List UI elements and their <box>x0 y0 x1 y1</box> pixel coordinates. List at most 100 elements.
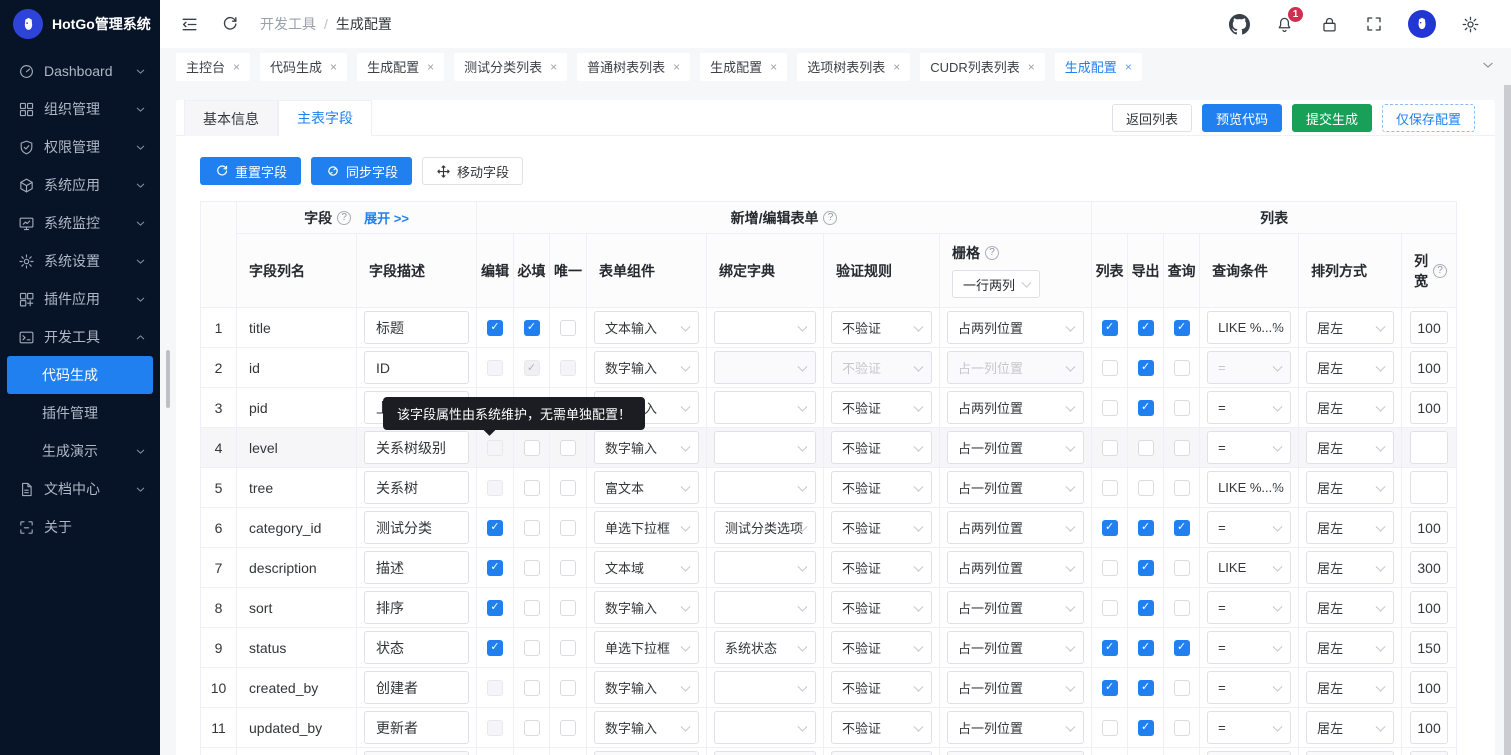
list-checkbox[interactable] <box>1102 720 1118 736</box>
export-checkbox[interactable]: ✓ <box>1138 320 1154 336</box>
help-icon[interactable]: ? <box>823 211 837 225</box>
list-checkbox[interactable] <box>1102 440 1118 456</box>
field-desc-input[interactable]: 标题 <box>364 311 469 344</box>
validate-rule-select[interactable]: 不验证 <box>831 471 932 504</box>
page-tab-0[interactable]: 主控台× <box>176 53 250 81</box>
edit-checkbox[interactable]: ✓ <box>487 320 503 336</box>
page-tab-1[interactable]: 代码生成× <box>260 53 347 81</box>
sidebar-item-关于[interactable]: 关于 <box>0 508 160 546</box>
query-checkbox[interactable]: ✓ <box>1174 320 1190 336</box>
bind-dict-select[interactable] <box>714 551 816 584</box>
sidebar-item-代码生成[interactable]: 代码生成 <box>7 356 153 394</box>
query-checkbox[interactable] <box>1174 720 1190 736</box>
form-component-select[interactable]: 数字输入 <box>594 711 699 744</box>
unique-checkbox[interactable] <box>560 520 576 536</box>
back-to-list-button[interactable]: 返回列表 <box>1112 104 1192 132</box>
field-desc-input[interactable]: 排序 <box>364 591 469 624</box>
grid-position-select[interactable]: 占一列位置 <box>947 471 1084 504</box>
close-tab-icon[interactable]: × <box>330 60 337 74</box>
export-checkbox[interactable]: ✓ <box>1138 360 1154 376</box>
query-condition-select[interactable]: LIKE %...% <box>1207 471 1291 504</box>
bind-dict-select[interactable]: 系统状态 <box>714 631 816 664</box>
unique-checkbox[interactable] <box>560 480 576 496</box>
column-align-select[interactable]: 居左 <box>1306 311 1394 344</box>
field-desc-input[interactable]: 更新者 <box>364 711 469 744</box>
page-tab-4[interactable]: 普通树表列表× <box>577 53 690 81</box>
column-width-input[interactable]: 300 <box>1410 551 1448 584</box>
validate-rule-select[interactable]: 不验证 <box>831 431 932 464</box>
validate-rule-select[interactable]: 不验证 <box>831 671 932 704</box>
edit-checkbox[interactable]: ✓ <box>487 520 503 536</box>
query-condition-select[interactable]: LIKE <box>1207 551 1291 584</box>
page-tab-2[interactable]: 生成配置× <box>357 53 444 81</box>
unique-checkbox[interactable] <box>560 560 576 576</box>
notifications-bell-icon[interactable]: 1 <box>1273 13 1295 35</box>
sidebar-item-dashboard[interactable]: Dashboard <box>0 52 160 90</box>
fullscreen-icon[interactable] <box>1363 13 1385 35</box>
list-checkbox[interactable] <box>1102 400 1118 416</box>
help-icon[interactable]: ? <box>1433 264 1447 278</box>
grid-position-select[interactable]: 占一列位置 <box>947 631 1084 664</box>
unique-checkbox[interactable] <box>560 720 576 736</box>
grid-position-select[interactable]: 占两列位置 <box>947 311 1084 344</box>
collapse-sidebar-icon[interactable] <box>178 13 200 35</box>
unique-checkbox[interactable] <box>560 440 576 456</box>
bind-dict-select[interactable] <box>714 711 816 744</box>
help-icon[interactable]: ? <box>985 246 999 260</box>
export-checkbox[interactable] <box>1138 480 1154 496</box>
validate-rule-select[interactable]: 不验证 <box>831 511 932 544</box>
bind-dict-select[interactable] <box>714 311 816 344</box>
form-component-select[interactable]: 富文本 <box>594 471 699 504</box>
form-component-select[interactable]: 单选下拉框 <box>594 631 699 664</box>
query-checkbox[interactable] <box>1174 560 1190 576</box>
breadcrumb-parent[interactable]: 开发工具 <box>260 14 316 34</box>
sidebar-item-系统设置[interactable]: 系统设置 <box>0 242 160 280</box>
column-width-input[interactable] <box>1410 471 1448 504</box>
column-align-select[interactable]: 居左 <box>1306 551 1394 584</box>
list-checkbox[interactable] <box>1102 560 1118 576</box>
close-tab-icon[interactable]: × <box>233 60 240 74</box>
field-desc-input[interactable]: 关系树级别 <box>364 431 469 464</box>
expand-columns-link[interactable]: 展开 >> <box>364 208 409 227</box>
bind-dict-select[interactable] <box>714 671 816 704</box>
validate-rule-select[interactable]: 不验证 <box>831 551 932 584</box>
bind-dict-select[interactable] <box>714 471 816 504</box>
query-condition-select[interactable]: = <box>1207 511 1291 544</box>
query-condition-select[interactable]: = <box>1207 591 1291 624</box>
field-desc-input[interactable]: ID <box>364 351 469 384</box>
bind-dict-select[interactable] <box>714 431 816 464</box>
form-component-select[interactable]: 文本输入 <box>594 311 699 344</box>
column-align-select[interactable]: 居左 <box>1306 431 1394 464</box>
field-desc-input[interactable]: 状态 <box>364 631 469 664</box>
grid-layout-select[interactable]: 一行两列 <box>952 270 1040 298</box>
column-width-input[interactable]: 150 <box>1410 631 1448 664</box>
query-checkbox[interactable] <box>1174 400 1190 416</box>
sidebar-item-开发工具[interactable]: 开发工具 <box>0 318 160 356</box>
grid-position-select[interactable]: 占一列位置 <box>947 431 1084 464</box>
export-checkbox[interactable]: ✓ <box>1138 400 1154 416</box>
preview-code-button[interactable]: 预览代码 <box>1202 104 1282 132</box>
validate-rule-select[interactable]: 不验证 <box>831 591 932 624</box>
close-tab-icon[interactable]: × <box>1125 60 1132 74</box>
export-checkbox[interactable]: ✓ <box>1138 680 1154 696</box>
field-desc-input[interactable]: 关系树 <box>364 471 469 504</box>
column-align-select[interactable]: 居左 <box>1306 711 1394 744</box>
page-tab-3[interactable]: 测试分类列表× <box>454 53 567 81</box>
required-checkbox[interactable] <box>524 680 540 696</box>
list-checkbox[interactable]: ✓ <box>1102 640 1118 656</box>
query-checkbox[interactable] <box>1174 480 1190 496</box>
export-checkbox[interactable]: ✓ <box>1138 560 1154 576</box>
tab-main-fields[interactable]: 主表字段 <box>278 100 372 136</box>
column-width-input[interactable]: 100 <box>1410 391 1448 424</box>
close-tab-icon[interactable]: × <box>893 60 900 74</box>
column-align-select[interactable]: 居左 <box>1306 471 1394 504</box>
query-checkbox[interactable] <box>1174 600 1190 616</box>
submit-generate-button[interactable]: 提交生成 <box>1292 104 1372 132</box>
app-logo[interactable]: HotGo管理系统 <box>0 0 160 48</box>
unique-checkbox[interactable] <box>560 640 576 656</box>
page-tab-8[interactable]: 生成配置× <box>1055 53 1142 81</box>
query-condition-select[interactable]: = <box>1207 391 1291 424</box>
sidebar-item-插件应用[interactable]: 插件应用 <box>0 280 160 318</box>
grid-position-select[interactable]: 占一列位置 <box>947 711 1084 744</box>
settings-gear-icon[interactable] <box>1459 13 1481 35</box>
